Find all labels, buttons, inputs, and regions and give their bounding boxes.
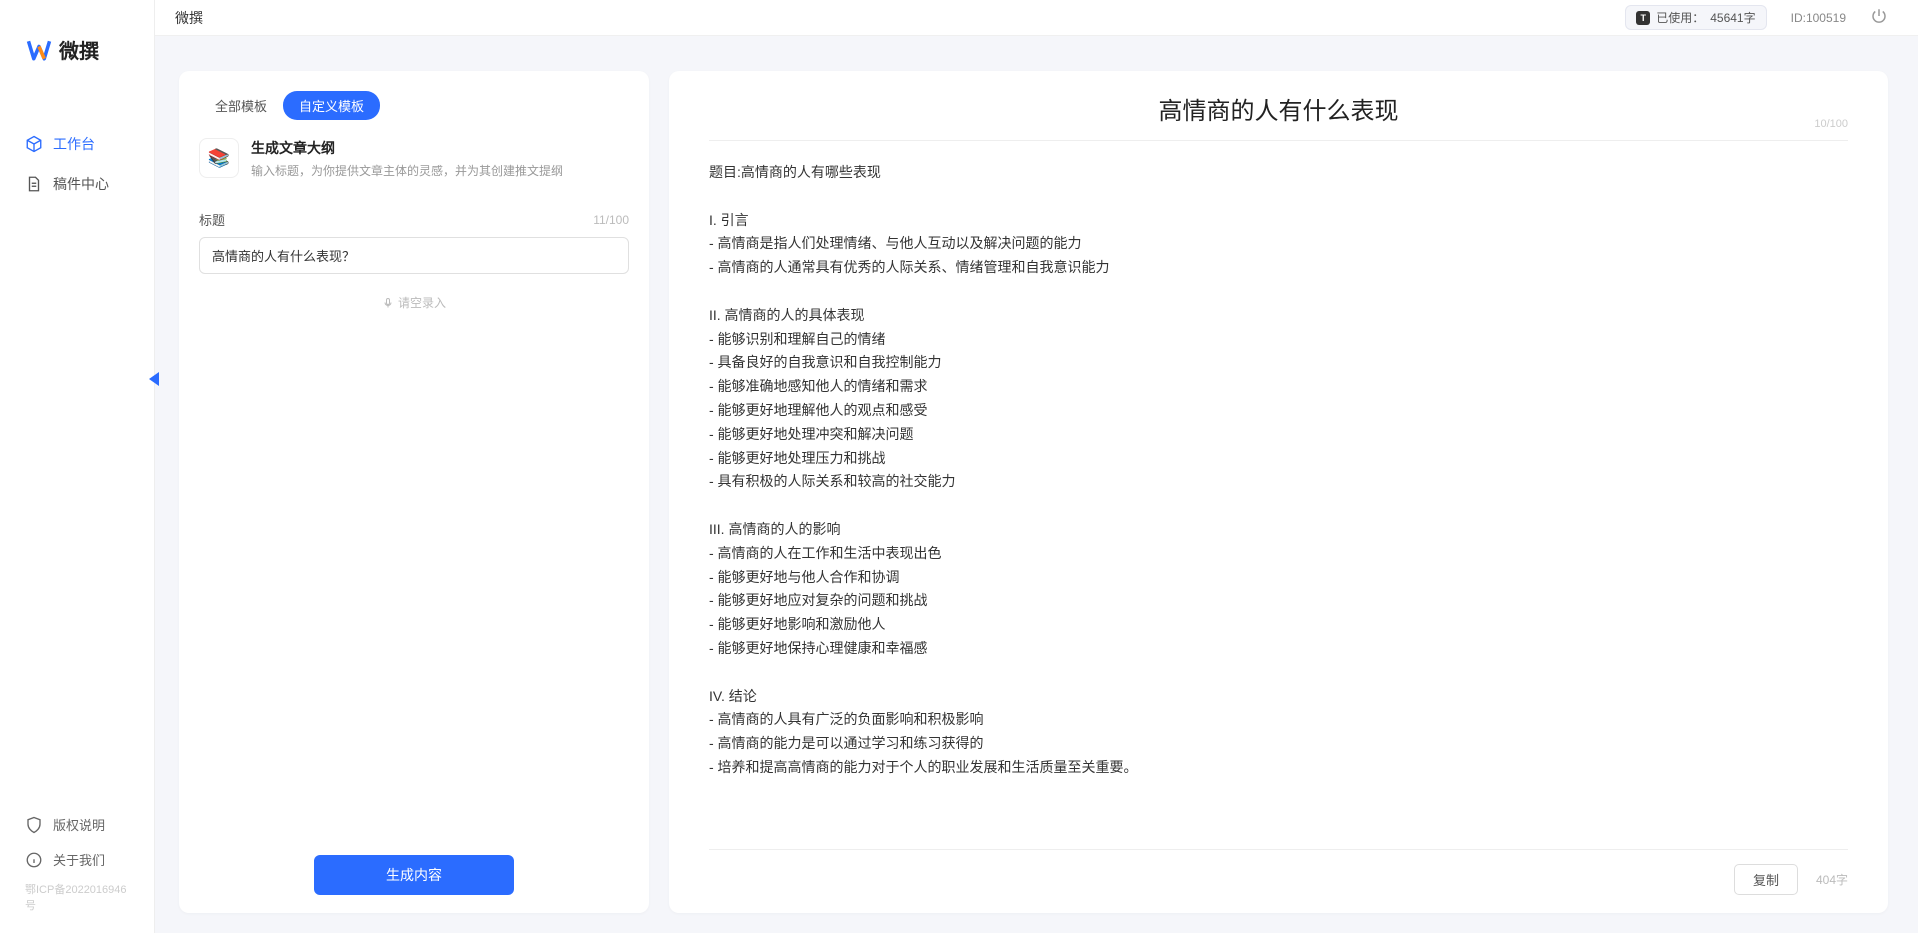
mic-icon: [382, 297, 394, 309]
usage-badge[interactable]: T 已使用： 45641字: [1625, 5, 1766, 30]
topbar-right: T 已使用： 45641字 ID:100519: [1625, 5, 1888, 30]
nav-workspace[interactable]: 工作台: [0, 124, 154, 164]
doc-icon: [25, 175, 43, 193]
output-title: 高情商的人有什么表现: [709, 91, 1848, 126]
logo[interactable]: 微撰: [0, 0, 154, 84]
page-title: 微撰: [175, 8, 203, 28]
shield-icon: [25, 816, 43, 834]
usage-value: 45641字: [1710, 9, 1755, 26]
t-icon: T: [1636, 11, 1650, 25]
voice-hint-text: 请空录入: [398, 294, 446, 311]
copy-button[interactable]: 复制: [1734, 864, 1798, 895]
output-body[interactable]: 题目:高情商的人有哪些表现 I. 引言 - 高情商是指人们处理情绪、与他人互动以…: [709, 161, 1848, 839]
nav-copyright-label: 版权说明: [53, 815, 105, 834]
nav-drafts[interactable]: 稿件中心: [0, 164, 154, 204]
nav-copyright[interactable]: 版权说明: [0, 807, 154, 842]
nav-drafts-label: 稿件中心: [53, 174, 109, 194]
nav-workspace-label: 工作台: [53, 134, 95, 154]
user-id: ID:100519: [1791, 11, 1846, 25]
logo-mark-icon: [25, 36, 53, 64]
cube-icon: [25, 135, 43, 153]
output-title-count: 10/100: [1814, 118, 1848, 130]
template-card: 📚 生成文章大纲 输入标题，为你提供文章主体的灵感，并为其创建推文提纲: [179, 138, 649, 200]
output-header: 高情商的人有什么表现 10/100: [709, 91, 1848, 141]
tab-all-templates[interactable]: 全部模板: [199, 91, 283, 120]
title-char-count: 11/100: [593, 213, 629, 227]
right-panel: 高情商的人有什么表现 10/100 题目:高情商的人有哪些表现 I. 引言 - …: [669, 71, 1888, 913]
power-icon: [1870, 7, 1888, 25]
nav-about-label: 关于我们: [53, 850, 105, 869]
main-nav: 工作台 稿件中心: [0, 84, 154, 807]
main-area: 微撰 T 已使用： 45641字 ID:100519 全部模板 自定义模板: [155, 0, 1918, 933]
template-title: 生成文章大纲: [251, 138, 629, 158]
output-word-count: 404字: [1816, 871, 1848, 888]
title-input[interactable]: [199, 237, 629, 274]
sidebar: 微撰 工作台 稿件中心 版权说明 关于我们 鄂ICP备2022016946号: [0, 0, 155, 933]
generate-button[interactable]: 生成内容: [314, 855, 514, 895]
usage-label: 已使用：: [1656, 9, 1704, 26]
title-label: 标题: [199, 210, 225, 229]
left-panel: 全部模板 自定义模板 📚 生成文章大纲 输入标题，为你提供文章主体的灵感，并为其…: [179, 71, 649, 913]
form-section: 标题 11/100 请空录入: [179, 200, 649, 855]
nav-about[interactable]: 关于我们: [0, 842, 154, 877]
voice-input-hint[interactable]: 请空录入: [199, 294, 629, 311]
sidebar-bottom: 版权说明 关于我们 鄂ICP备2022016946号: [0, 807, 154, 933]
info-icon: [25, 851, 43, 869]
template-icon: 📚: [199, 138, 239, 178]
template-tabs: 全部模板 自定义模板: [179, 91, 649, 138]
topbar: 微撰 T 已使用： 45641字 ID:100519: [155, 0, 1918, 36]
icp-notice[interactable]: 鄂ICP备2022016946号: [0, 877, 154, 923]
logo-text: 微撰: [59, 35, 99, 64]
template-desc: 输入标题，为你提供文章主体的灵感，并为其创建推文提纲: [251, 162, 629, 180]
template-info: 生成文章大纲 输入标题，为你提供文章主体的灵感，并为其创建推文提纲: [251, 138, 629, 180]
content: 全部模板 自定义模板 📚 生成文章大纲 输入标题，为你提供文章主体的灵感，并为其…: [155, 36, 1918, 933]
sidebar-collapse-handle[interactable]: [145, 370, 161, 391]
power-button[interactable]: [1870, 7, 1888, 28]
tab-custom-templates[interactable]: 自定义模板: [283, 91, 380, 120]
output-footer: 复制 404字: [709, 849, 1848, 895]
